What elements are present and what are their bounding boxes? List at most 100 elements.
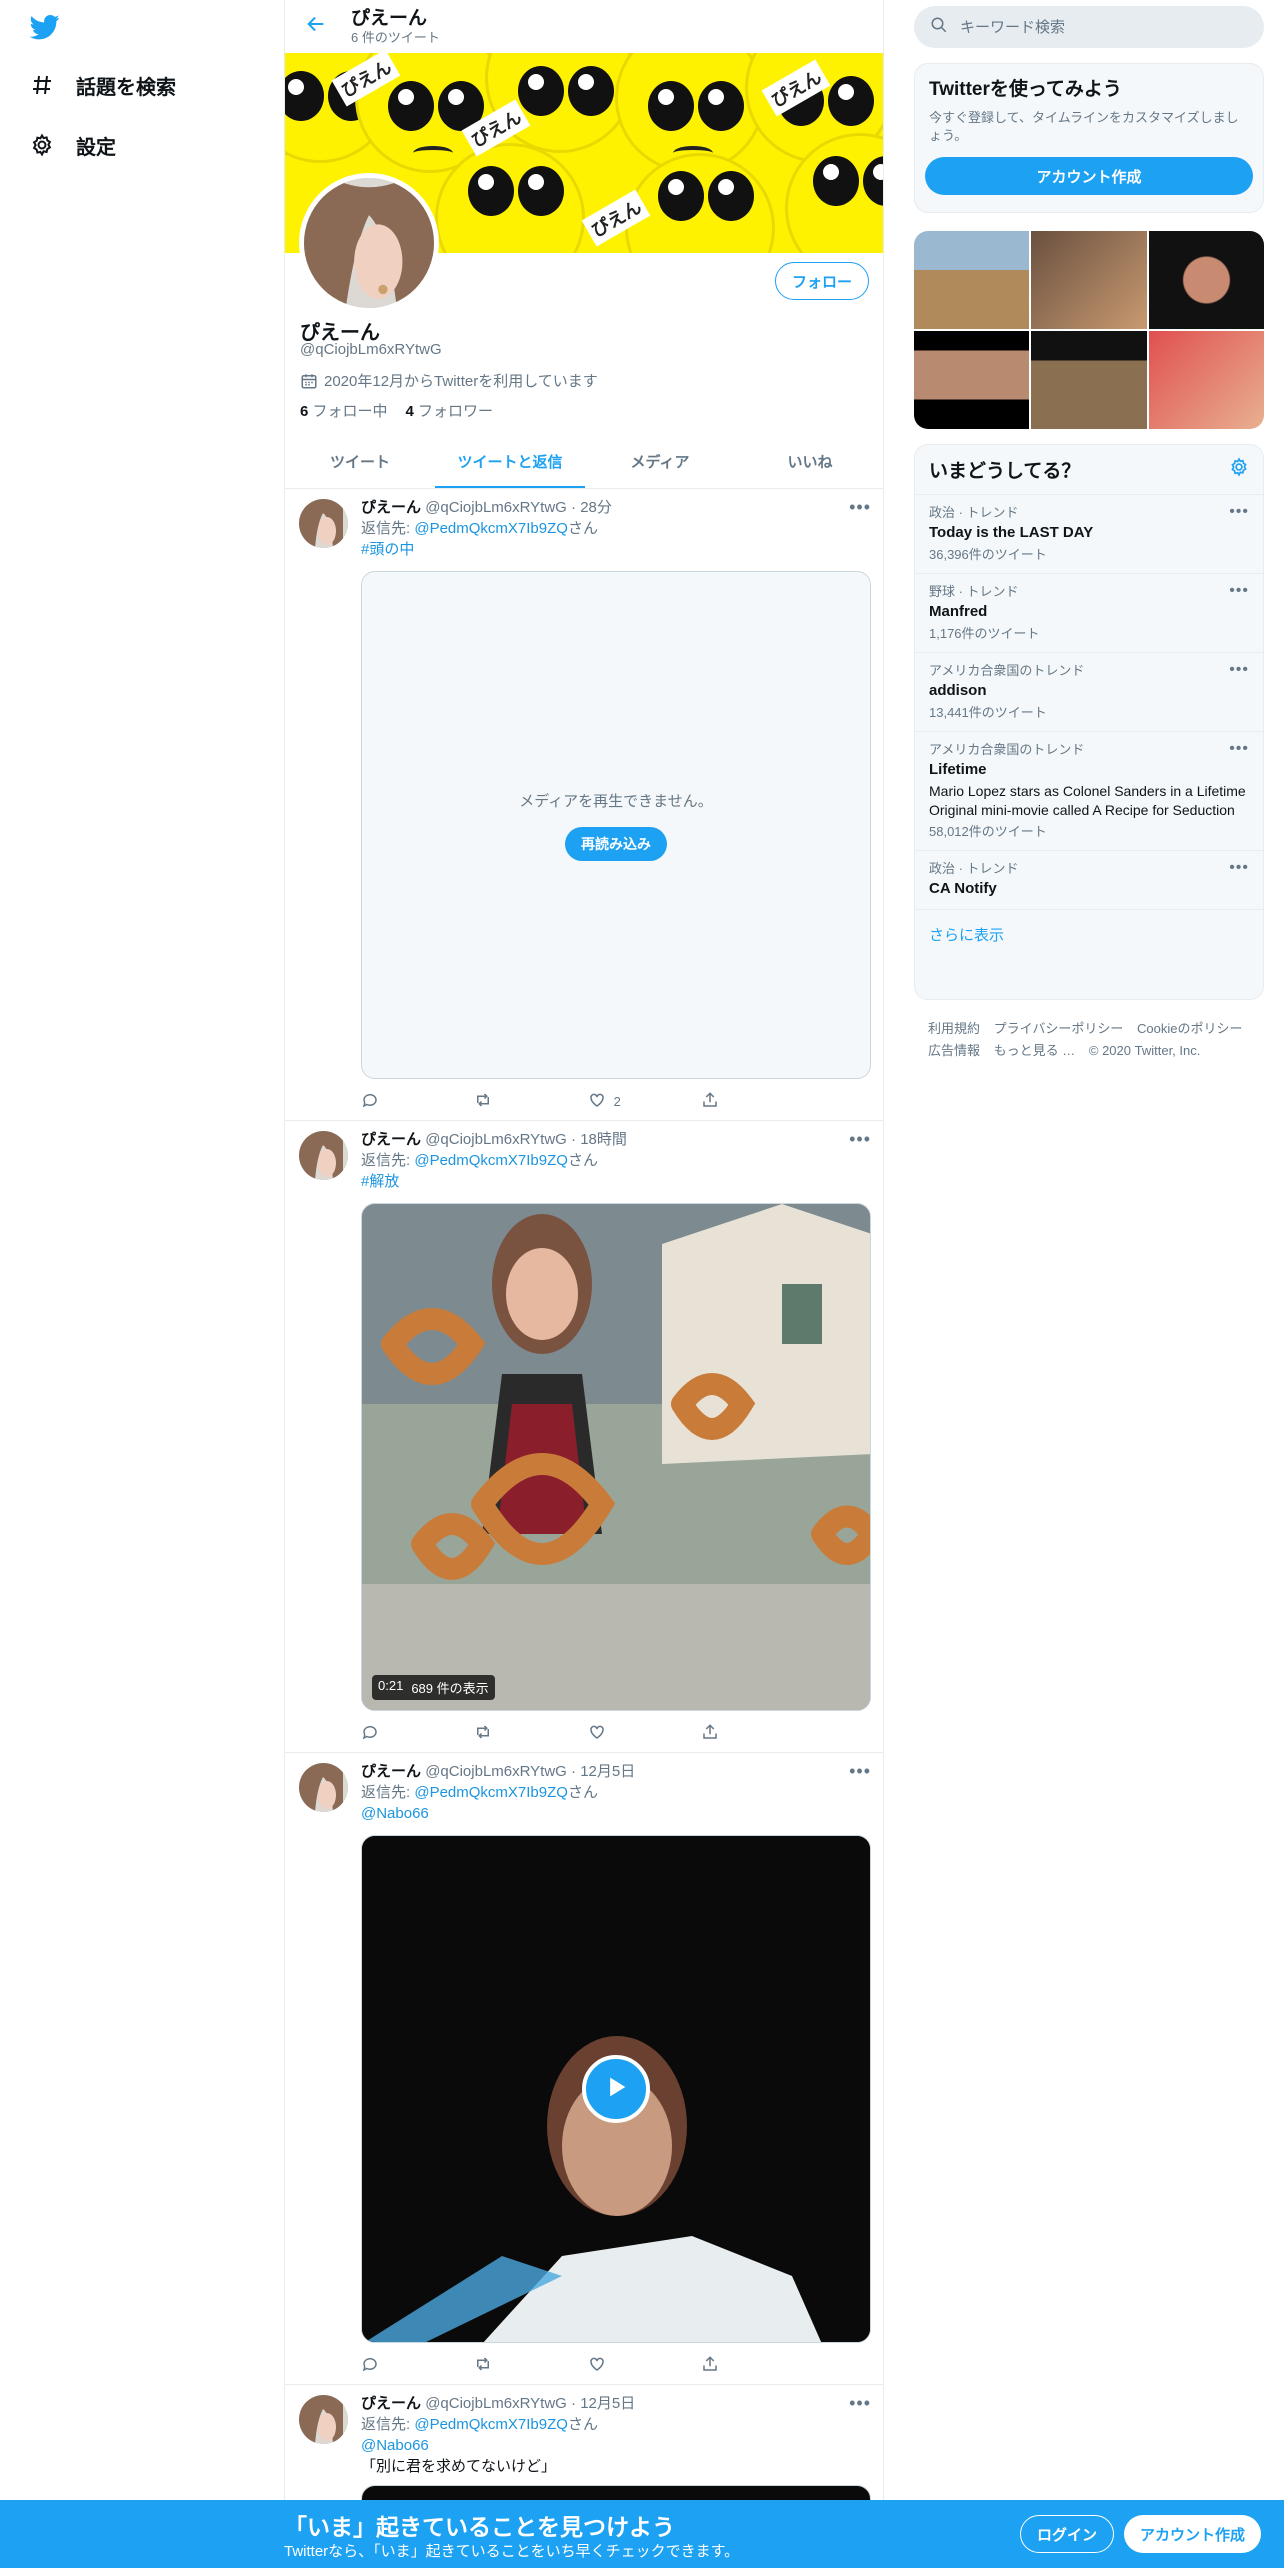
- tab-likes[interactable]: いいね: [735, 434, 883, 488]
- reply-button[interactable]: [361, 1721, 441, 1745]
- more-options-icon[interactable]: •••: [849, 2393, 871, 2414]
- profile-avatar[interactable]: [299, 173, 439, 313]
- retweet-button[interactable]: [474, 2353, 554, 2377]
- media-thumbnail[interactable]: [914, 231, 1030, 329]
- tweet-time[interactable]: · 12月5日: [571, 2395, 635, 2412]
- share-button[interactable]: [701, 2353, 781, 2377]
- tweet-author-name[interactable]: ぴえーん: [361, 2395, 421, 2412]
- reply-to-link[interactable]: @PedmQkcmX7Ib9ZQ: [414, 1152, 568, 1169]
- gear-icon[interactable]: [1229, 457, 1249, 482]
- more-options-icon[interactable]: •••: [849, 497, 871, 518]
- tweet-avatar[interactable]: [299, 1131, 348, 1180]
- like-button[interactable]: [588, 2353, 668, 2377]
- share-button[interactable]: [701, 1721, 781, 1745]
- tweet-text: 「別に君を求めてないけど」: [361, 2458, 557, 2475]
- hashtag-link[interactable]: #頭の中: [361, 539, 871, 560]
- tweet[interactable]: ぴえーん @qCiojbLm6xRYtwG · 28分 返信先: @PedmQk…: [285, 489, 883, 1121]
- heart-icon: [588, 1723, 614, 1744]
- trend-context: アメリカ合衆国のトレンド: [929, 742, 1085, 757]
- video-player[interactable]: [361, 1835, 871, 2343]
- more-options-icon[interactable]: •••: [849, 1761, 871, 1782]
- nav-explore[interactable]: 話題を検索: [28, 65, 176, 105]
- followers-link[interactable]: 4 フォロワー: [406, 400, 494, 421]
- reply-button[interactable]: [361, 1089, 441, 1113]
- trend-item[interactable]: アメリカ合衆国のトレンド addison 13,441件のツイート •••: [915, 653, 1263, 732]
- tweet-avatar[interactable]: [299, 2395, 348, 2444]
- tweet-avatar[interactable]: [299, 1763, 348, 1812]
- tweet-author-name[interactable]: ぴえーん: [361, 1131, 421, 1148]
- trend-name: CA Notify: [929, 880, 997, 897]
- trend-item[interactable]: 政治 · トレンド Today is the LAST DAY 36,396件の…: [915, 495, 1263, 574]
- tweet-actions: 2: [361, 1089, 781, 1113]
- tab-tweets[interactable]: ツイート: [285, 434, 435, 488]
- tweet-avatar[interactable]: [299, 499, 348, 548]
- video-player[interactable]: 0:21 689 件の表示: [361, 1203, 871, 1711]
- media-thumbnail[interactable]: [1031, 231, 1147, 329]
- login-button[interactable]: ログイン: [1020, 2515, 1115, 2553]
- footer-link-more[interactable]: もっと見る …: [994, 1043, 1076, 1058]
- retweet-icon: [474, 1723, 500, 1744]
- reply-to-link[interactable]: @PedmQkcmX7Ib9ZQ: [414, 2416, 568, 2433]
- reply-to-link[interactable]: @PedmQkcmX7Ib9ZQ: [414, 520, 568, 537]
- media-thumbnail[interactable]: [1031, 331, 1147, 429]
- trend-item[interactable]: 野球 · トレンド Manfred 1,176件のツイート •••: [915, 574, 1263, 653]
- tweet[interactable]: ぴえーん @qCiojbLm6xRYtwG · 12月5日 返信先: @Pedm…: [285, 1753, 883, 2385]
- back-button[interactable]: [299, 10, 333, 44]
- more-options-icon[interactable]: •••: [1229, 740, 1249, 758]
- tweet-author-handle[interactable]: @qCiojbLm6xRYtwG: [425, 1763, 567, 1780]
- reply-to-link[interactable]: @PedmQkcmX7Ib9ZQ: [414, 1784, 568, 1801]
- retweet-button[interactable]: [474, 1721, 554, 1745]
- create-account-button[interactable]: アカウント作成: [925, 157, 1253, 195]
- more-options-icon[interactable]: •••: [1229, 859, 1249, 877]
- reply-prefix: 返信先:: [361, 1784, 415, 1801]
- tweet-author-handle[interactable]: @qCiojbLm6xRYtwG: [425, 499, 567, 516]
- reply-suffix: さん: [567, 1784, 598, 1801]
- follow-button[interactable]: フォロー: [774, 262, 869, 300]
- tweet[interactable]: ぴえーん @qCiojbLm6xRYtwG · 18時間 返信先: @PedmQ…: [285, 1121, 883, 1753]
- play-button[interactable]: [582, 2055, 650, 2123]
- profile-media-grid: [914, 231, 1264, 429]
- trend-item[interactable]: 政治 · トレンド CA Notify •••: [915, 851, 1263, 910]
- like-button[interactable]: 2: [588, 1089, 668, 1113]
- tweet-author-handle[interactable]: @qCiojbLm6xRYtwG: [425, 1131, 567, 1148]
- twitter-bird-icon[interactable]: [28, 12, 62, 42]
- tab-tweets-and-replies[interactable]: ツイートと返信: [435, 434, 585, 488]
- media-thumbnail[interactable]: [914, 331, 1030, 429]
- trend-context: アメリカ合衆国のトレンド: [929, 663, 1085, 678]
- reply-prefix: 返信先:: [361, 1152, 415, 1169]
- trend-item[interactable]: アメリカ合衆国のトレンド Lifetime Mario Lopez stars …: [915, 732, 1263, 851]
- footer-link-terms[interactable]: 利用規約: [928, 1021, 980, 1036]
- tweet-author-name[interactable]: ぴえーん: [361, 499, 421, 516]
- more-options-icon[interactable]: •••: [849, 1129, 871, 1150]
- tweet-time[interactable]: · 28分: [571, 499, 612, 516]
- reload-button[interactable]: 再読み込み: [565, 826, 667, 861]
- more-options-icon[interactable]: •••: [1229, 582, 1249, 600]
- like-button[interactable]: [588, 1721, 668, 1745]
- retweet-button[interactable]: [474, 1089, 554, 1113]
- nav-settings[interactable]: 設定: [28, 125, 116, 165]
- signup-button[interactable]: アカウント作成: [1124, 2515, 1262, 2553]
- more-options-icon[interactable]: •••: [1229, 661, 1249, 679]
- reply-button[interactable]: [361, 2353, 441, 2377]
- mention-link[interactable]: @Nabo66: [361, 2435, 871, 2456]
- hashtag-link[interactable]: #解放: [361, 1171, 871, 1192]
- search-input[interactable]: [960, 18, 1240, 36]
- footer-link-cookies[interactable]: Cookieのポリシー: [1137, 1021, 1242, 1036]
- footer-link-ads[interactable]: 広告情報: [928, 1043, 980, 1058]
- more-options-icon[interactable]: •••: [1229, 503, 1249, 521]
- search-box[interactable]: [914, 6, 1264, 48]
- tweet-author-name[interactable]: ぴえーん: [361, 1763, 421, 1780]
- tweet-author-handle[interactable]: @qCiojbLm6xRYtwG: [425, 2395, 567, 2412]
- media-thumbnail[interactable]: [1148, 231, 1264, 329]
- share-button[interactable]: [701, 1089, 781, 1113]
- tweet-time[interactable]: · 18時間: [571, 1131, 627, 1148]
- profile-header-bar: ぴえーん 6 件のツイート: [285, 0, 883, 53]
- tab-media[interactable]: メディア: [585, 434, 735, 488]
- footer-link-privacy[interactable]: プライバシーポリシー: [994, 1021, 1124, 1036]
- media-thumbnail[interactable]: [1148, 331, 1264, 429]
- trend-name: Lifetime: [929, 761, 987, 778]
- mention-link[interactable]: @Nabo66: [361, 1803, 871, 1824]
- tweet-time[interactable]: · 12月5日: [571, 1763, 635, 1780]
- show-more-link[interactable]: さらに表示: [915, 910, 1263, 958]
- following-link[interactable]: 6 フォロー中: [300, 400, 388, 421]
